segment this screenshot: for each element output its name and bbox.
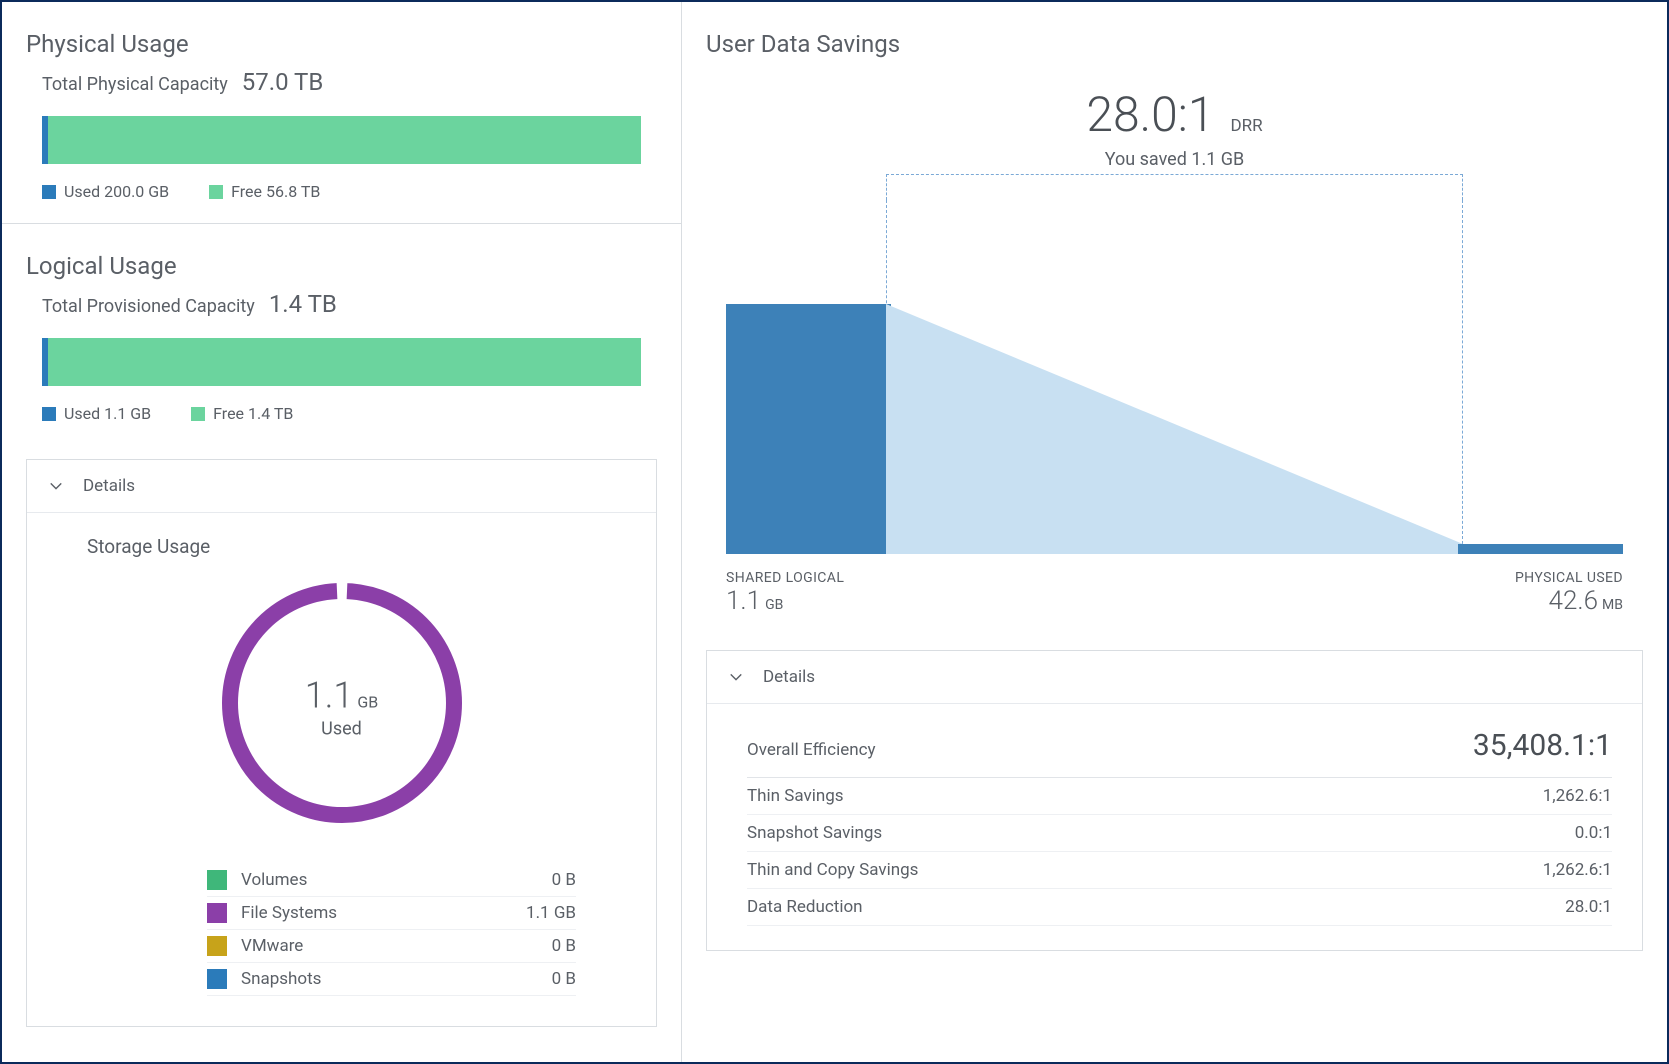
logical-free-legend: Free 1.4 TB: [191, 404, 293, 423]
shared-logical-value: 1.1: [726, 586, 761, 616]
efficiency-row-value: 35,408.1:1: [1473, 728, 1612, 763]
free-swatch-icon: [209, 185, 223, 199]
reduction-triangle: [886, 304, 1463, 554]
category-swatch-icon: [207, 936, 227, 956]
physical-capacity-value: 57.0 TB: [242, 68, 324, 96]
storage-row-value: 0 B: [456, 969, 576, 989]
logical-free-segment: [48, 338, 641, 386]
storage-usage-donut: 1.1GB Used: [27, 558, 656, 856]
logical-used-legend-text: Used 1.1 GB: [64, 404, 151, 423]
shared-logical-unit: GB: [765, 597, 783, 613]
shared-logical-bar: [726, 304, 891, 554]
efficiency-row: Thin Savings 1,262.6:1: [747, 778, 1612, 815]
right-column: User Data Savings 28.0:1 DRR You saved 1…: [682, 2, 1667, 1062]
storage-row-value: 0 B: [456, 870, 576, 890]
physical-free-legend-text: Free 56.8 TB: [231, 182, 320, 201]
category-swatch-icon: [207, 969, 227, 989]
dashed-bracket: [886, 174, 1463, 200]
efficiency-row-label: Overall Efficiency: [747, 740, 876, 760]
free-swatch-icon: [191, 407, 205, 421]
physical-used-label-block: PHYSICAL USED 42.6MB: [1515, 570, 1623, 616]
storage-row: VMware0 B: [207, 930, 576, 963]
drr-saved-line: You saved 1.1 GB: [706, 149, 1643, 170]
efficiency-row: Snapshot Savings 0.0:1: [747, 815, 1612, 852]
savings-details-label: Details: [763, 667, 815, 687]
efficiency-row-label: Thin and Copy Savings: [747, 860, 918, 880]
logical-usage-title: Logical Usage: [2, 224, 681, 290]
efficiency-row-value: 28.0:1: [1565, 897, 1612, 917]
savings-area: 28.0:1 DRR You saved 1.1 GB SHARED LOGIC…: [682, 68, 1667, 636]
logical-capacity-value: 1.4 TB: [269, 290, 337, 318]
physical-used-bar: [1458, 544, 1623, 554]
efficiency-row: Thin and Copy Savings 1,262.6:1: [747, 852, 1612, 889]
physical-usage-panel: Physical Usage Total Physical Capacity 5…: [2, 2, 681, 223]
physical-used-unit: MB: [1602, 597, 1623, 613]
efficiency-row-value: 1,262.6:1: [1543, 860, 1612, 880]
drr-unit: DRR: [1230, 116, 1262, 136]
logical-free-legend-text: Free 1.4 TB: [213, 404, 293, 423]
logical-usage-panel: Logical Usage Total Provisioned Capacity…: [2, 224, 681, 1051]
storage-row-value: 0 B: [456, 936, 576, 956]
efficiency-row-label: Data Reduction: [747, 897, 863, 917]
efficiency-row-value: 1,262.6:1: [1543, 786, 1612, 806]
category-swatch-icon: [207, 870, 227, 890]
logical-details-label: Details: [83, 476, 135, 496]
used-swatch-icon: [42, 185, 56, 199]
storage-row: File Systems1.1 GB: [207, 897, 576, 930]
storage-rows: Volumes0 BFile Systems1.1 GBVMware0 BSna…: [27, 856, 656, 1026]
physical-used-legend: Used 200.0 GB: [42, 182, 169, 201]
logical-details-card: Details Storage Usage 1.1GB Used Volumes…: [26, 459, 657, 1027]
storage-row-label: Volumes: [241, 870, 456, 890]
efficiency-row-value: 0.0:1: [1575, 823, 1612, 843]
efficiency-row-label: Snapshot Savings: [747, 823, 882, 843]
shared-logical-label: SHARED LOGICAL: [726, 570, 844, 586]
donut-value: 1.1: [305, 675, 354, 717]
logical-used-legend: Used 1.1 GB: [42, 404, 151, 423]
logical-usage-bar: [42, 338, 641, 386]
efficiency-row: Overall Efficiency 35,408.1:1: [747, 714, 1612, 778]
left-column: Physical Usage Total Physical Capacity 5…: [2, 2, 682, 1062]
efficiency-row-label: Thin Savings: [747, 786, 844, 806]
donut-unit: GB: [357, 693, 378, 712]
savings-funnel-chart: [726, 174, 1623, 564]
storage-row-label: Snapshots: [241, 969, 456, 989]
storage-row-value: 1.1 GB: [456, 903, 576, 923]
storage-row-label: VMware: [241, 936, 456, 956]
storage-row-label: File Systems: [241, 903, 456, 923]
donut-sub: Used: [305, 719, 378, 740]
chevron-down-icon: [49, 479, 63, 493]
physical-usage-title: Physical Usage: [2, 2, 681, 68]
physical-free-segment: [48, 116, 641, 164]
efficiency-row: Data Reduction 28.0:1: [747, 889, 1612, 926]
savings-details-toggle[interactable]: Details: [707, 651, 1642, 704]
savings-details-card: Details Overall Efficiency 35,408.1:1 Thin…: [706, 650, 1643, 951]
drr-value: 28.0:1: [1086, 86, 1214, 143]
efficiency-list: Overall Efficiency 35,408.1:1 Thin Savings…: [707, 704, 1642, 950]
storage-row: Volumes0 B: [207, 864, 576, 897]
used-swatch-icon: [42, 407, 56, 421]
category-swatch-icon: [207, 903, 227, 923]
physical-used-legend-text: Used 200.0 GB: [64, 182, 169, 201]
logical-details-toggle[interactable]: Details: [27, 460, 656, 513]
storage-usage-title: Storage Usage: [27, 513, 656, 558]
physical-free-legend: Free 56.8 TB: [209, 182, 320, 201]
physical-usage-bar: [42, 116, 641, 164]
savings-title: User Data Savings: [682, 2, 1667, 68]
physical-capacity-label: Total Physical Capacity: [42, 74, 228, 95]
logical-capacity-label: Total Provisioned Capacity: [42, 296, 255, 317]
shared-logical-label-block: SHARED LOGICAL 1.1GB: [726, 570, 844, 616]
storage-row: Snapshots0 B: [207, 963, 576, 996]
chevron-down-icon: [729, 670, 743, 684]
physical-used-label: PHYSICAL USED: [1515, 570, 1623, 586]
physical-used-value: 42.6: [1549, 586, 1599, 616]
